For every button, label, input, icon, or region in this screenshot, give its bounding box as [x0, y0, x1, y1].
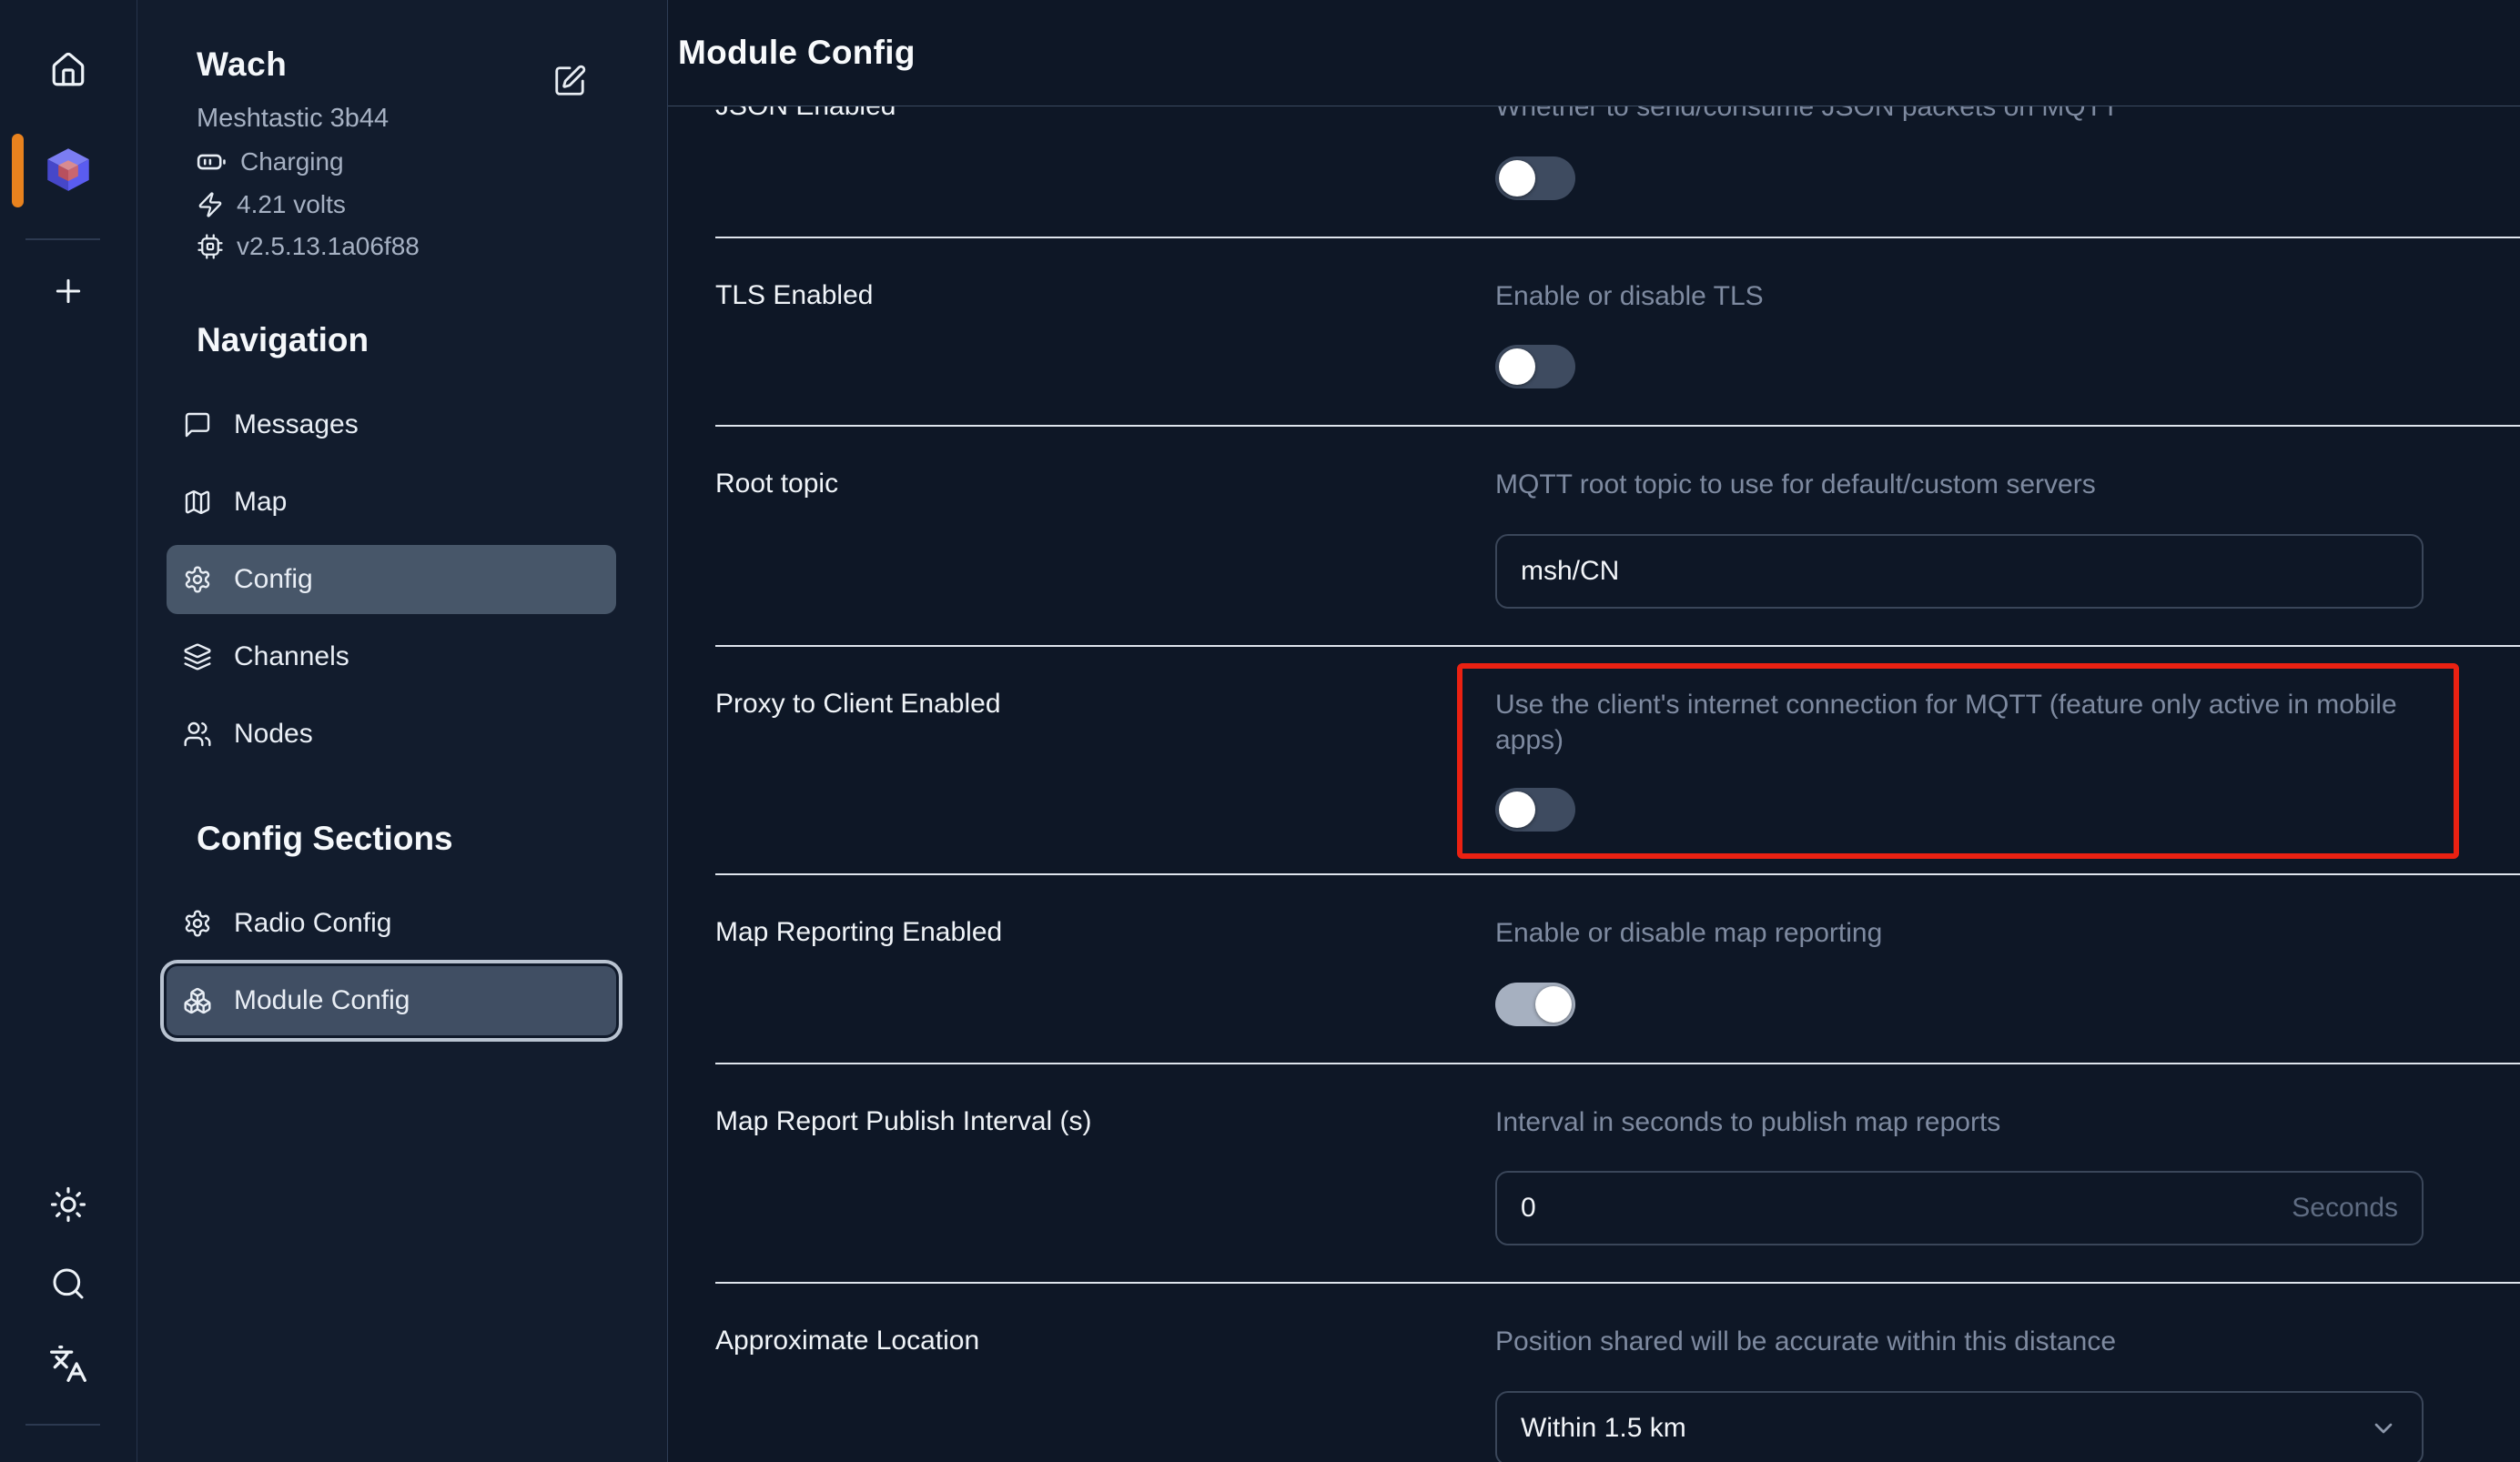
toggle-knob	[1499, 791, 1535, 828]
setting-description: Enable or disable TLS	[1495, 278, 2424, 315]
cube-logo-icon	[45, 146, 92, 193]
setting-label: TLS Enabled	[715, 278, 1495, 311]
rail-divider	[25, 1424, 100, 1426]
sun-icon	[49, 1185, 87, 1224]
sidebar-item-label: Config	[234, 564, 313, 595]
gear-icon	[183, 909, 212, 938]
search-icon	[50, 1265, 86, 1302]
device-name: Wach	[197, 45, 667, 84]
main-header: Module Config	[668, 0, 2520, 106]
config-sections-heading: Config Sections	[137, 820, 667, 858]
proxy-to-client-toggle[interactable]	[1495, 788, 1575, 832]
toggle-knob	[1499, 348, 1535, 385]
input-value: 0	[1521, 1193, 1536, 1224]
tls-enabled-toggle[interactable]	[1495, 345, 1575, 388]
bolt-icon	[197, 191, 224, 218]
boxes-icon	[183, 986, 212, 1015]
setting-description: Interval in seconds to publish map repor…	[1495, 1104, 2424, 1141]
search-button[interactable]	[0, 1265, 137, 1302]
sidebar-item-messages[interactable]: Messages	[167, 390, 616, 459]
sidebar-item-label: Messages	[234, 409, 359, 440]
device-firmware: Meshtastic 3b44	[197, 104, 667, 134]
setting-label: JSON Enabled	[715, 106, 1495, 122]
translate-icon	[48, 1344, 88, 1384]
select-value: Within 1.5 km	[1521, 1413, 1686, 1444]
battery-charging-icon	[197, 146, 228, 177]
version-row: v2.5.13.1a06f88	[197, 232, 667, 261]
chevron-down-icon	[2369, 1414, 2398, 1443]
navigation-heading: Navigation	[137, 321, 667, 359]
device-button[interactable]	[0, 146, 137, 193]
sidebar: Wach Meshtastic 3b44 Charging 4.21 volts	[137, 0, 668, 1462]
setting-description: Enable or disable map reporting	[1495, 915, 2424, 952]
sidebar-item-label: Nodes	[234, 719, 313, 750]
edit-device-button[interactable]	[552, 64, 587, 98]
setting-label: Map Report Publish Interval (s)	[715, 1104, 1495, 1137]
config-sections-list: Radio Config Module Config	[137, 889, 667, 1035]
sidebar-item-map[interactable]: Map	[167, 468, 616, 537]
page-title: Module Config	[678, 34, 916, 72]
sidebar-item-radio-config[interactable]: Radio Config	[167, 889, 616, 958]
theme-toggle-button[interactable]	[0, 1185, 137, 1224]
map-icon	[183, 488, 212, 517]
sidebar-item-label: Module Config	[234, 985, 410, 1016]
sidebar-item-channels[interactable]: Channels	[167, 622, 616, 691]
battery-status: Charging	[240, 147, 344, 176]
edit-icon	[552, 64, 587, 98]
root-topic-input[interactable]: msh/CN	[1495, 534, 2424, 609]
setting-row-approximate-location: Approximate Location Position shared wil…	[715, 1284, 2520, 1462]
users-icon	[183, 720, 212, 749]
setting-description: Use the client's internet connection for…	[1495, 687, 2421, 759]
setting-label: Proxy to Client Enabled	[715, 687, 1495, 720]
setting-description: MQTT root topic to use for default/custo…	[1495, 467, 2424, 503]
toggle-knob	[1499, 160, 1535, 197]
battery-status-row: Charging	[197, 146, 667, 177]
rail-divider	[25, 238, 100, 240]
device-version: v2.5.13.1a06f88	[237, 232, 420, 261]
sidebar-item-label: Channels	[234, 641, 349, 672]
setting-label: Root topic	[715, 467, 1495, 499]
home-icon	[49, 51, 87, 89]
device-info: Wach Meshtastic 3b44 Charging 4.21 volts	[137, 0, 667, 261]
input-suffix: Seconds	[2292, 1193, 2398, 1224]
home-button[interactable]	[0, 51, 137, 89]
approximate-location-select[interactable]: Within 1.5 km	[1495, 1391, 2424, 1462]
main-panel: Module Config JSON Enabled Whether to se…	[668, 0, 2520, 1462]
setting-label: Approximate Location	[715, 1324, 1495, 1356]
layers-icon	[183, 642, 212, 671]
json-enabled-toggle[interactable]	[1495, 156, 1575, 200]
icon-rail	[0, 0, 137, 1462]
input-value: msh/CN	[1521, 556, 1619, 587]
setting-row-proxy-to-client: Proxy to Client Enabled Use the client's…	[715, 647, 2520, 875]
map-reporting-toggle[interactable]	[1495, 983, 1575, 1026]
setting-row-tls-enabled: TLS Enabled Enable or disable TLS	[715, 238, 2520, 428]
add-device-button[interactable]	[0, 273, 137, 309]
setting-row-json-enabled: JSON Enabled Whether to send/consume JSO…	[715, 106, 2520, 238]
setting-row-map-report-interval: Map Report Publish Interval (s) Interval…	[715, 1064, 2520, 1285]
sidebar-item-label: Map	[234, 487, 287, 518]
settings-list: JSON Enabled Whether to send/consume JSO…	[668, 106, 2520, 1462]
sidebar-item-module-config[interactable]: Module Config	[167, 966, 616, 1035]
setting-label: Map Reporting Enabled	[715, 915, 1495, 948]
message-square-icon	[183, 410, 212, 439]
navigation-list: Messages Map Config Channels	[137, 390, 667, 769]
toggle-knob	[1535, 986, 1572, 1023]
sidebar-item-config[interactable]: Config	[167, 545, 616, 614]
map-report-interval-input[interactable]: 0 Seconds	[1495, 1171, 2424, 1245]
setting-description: Position shared will be accurate within …	[1495, 1324, 2424, 1360]
gear-icon	[183, 565, 212, 594]
language-button[interactable]	[0, 1344, 137, 1384]
sidebar-item-nodes[interactable]: Nodes	[167, 700, 616, 769]
plus-icon	[50, 273, 86, 309]
setting-row-map-reporting: Map Reporting Enabled Enable or disable …	[715, 875, 2520, 1064]
setting-row-root-topic: Root topic MQTT root topic to use for de…	[715, 427, 2520, 647]
cpu-icon	[197, 233, 224, 260]
voltage-row: 4.21 volts	[197, 190, 667, 219]
device-voltage: 4.21 volts	[237, 190, 346, 219]
red-highlight-box: Use the client's internet connection for…	[1457, 663, 2459, 859]
setting-description: Whether to send/consume JSON packets on …	[1495, 106, 2424, 126]
sidebar-item-label: Radio Config	[234, 908, 391, 939]
